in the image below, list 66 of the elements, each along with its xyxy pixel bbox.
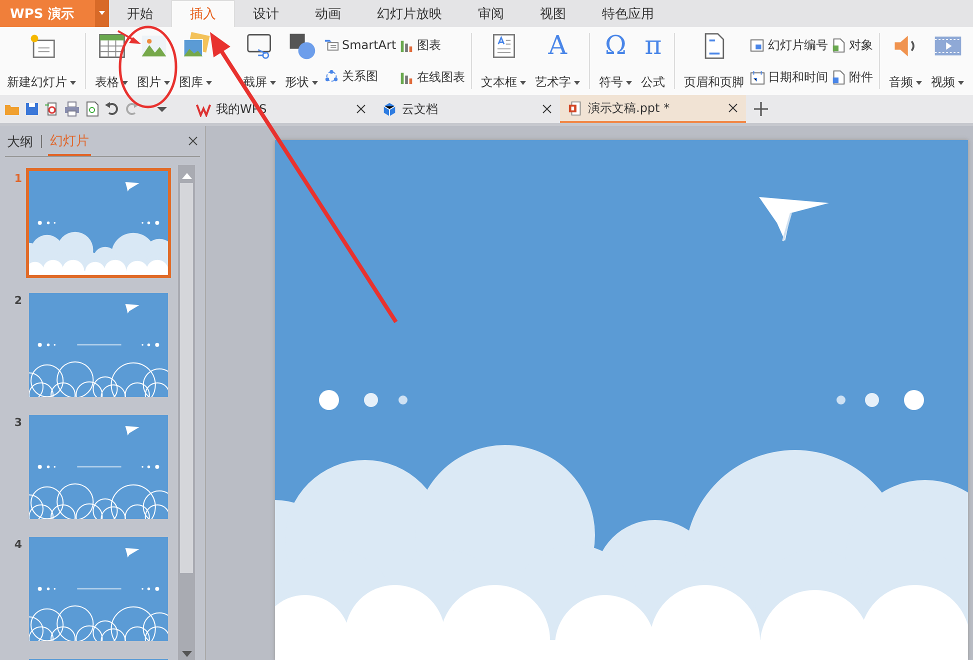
ribbon-button[interactable]: 文本框 [478,29,530,93]
number-icon [750,38,766,52]
redo-icon[interactable] [124,101,140,117]
slide-thumbnail[interactable] [26,168,171,278]
slide-number: 3 [13,415,22,429]
cube-icon [382,102,397,116]
ribbon-button[interactable]: A 艺术字 [532,29,584,93]
preview-icon[interactable] [84,101,100,117]
ribbon-button[interactable]: 表格 [92,29,131,93]
slide-number: 1 [13,171,22,185]
menu-tab[interactable]: 幻灯片放映 [359,0,460,27]
ribbon-button[interactable]: 幻灯片编号 [750,36,828,54]
document-icon [831,38,846,52]
paper-plane-icon [759,197,829,242]
ribbon-button[interactable]: 附件 [831,68,874,86]
menu-tab[interactable]: 审阅 [460,0,522,27]
document-icon [831,70,846,84]
close-icon[interactable] [356,104,366,114]
ribbon-button[interactable]: 截屏 [240,29,279,93]
slide-thumbnail[interactable] [26,412,171,522]
menu-tab[interactable]: 视图 [522,0,584,27]
menu-tab[interactable]: 特色应用 [584,0,672,27]
slide-thumbnail[interactable] [26,290,171,400]
ribbon-button[interactable]: Ω 符号 [596,29,636,93]
ribbon-glyph: A [548,31,568,61]
print-icon[interactable] [64,101,80,117]
caret-icon[interactable] [95,0,109,27]
scrollbar[interactable] [178,165,195,660]
smartart-icon [324,37,339,52]
calendar-icon [750,70,766,84]
ribbon-button[interactable]: 在线图表 [399,68,466,86]
presentation-file-icon [568,100,583,116]
ribbon-glyph: π [644,31,662,61]
slide-number: 4 [13,537,22,551]
table-icon [96,31,126,61]
document-tab[interactable]: 演示文稿.ppt * [560,95,746,123]
ribbon-button[interactable]: 图片 [134,29,173,93]
close-icon[interactable] [188,136,198,146]
ribbon-button[interactable]: 页眉和页脚 [681,29,748,93]
close-icon[interactable] [728,103,738,113]
undo-icon[interactable] [104,101,120,117]
document-tab[interactable]: 云文档 [374,95,560,123]
panel-tab[interactable]: 大纲 [5,128,35,154]
ribbon-button[interactable]: 新建幻灯片 [4,29,79,93]
slide-canvas[interactable] [275,140,968,660]
ribbon-button[interactable]: 图表 [399,36,466,54]
ribbon-button[interactable]: π 公式 [638,29,668,93]
slide-number: 2 [13,293,22,307]
save-icon[interactable] [24,101,40,117]
w-logo-icon [196,102,211,116]
ribbon-button[interactable]: 音频 [886,29,926,93]
ribbon-button[interactable]: 对象 [831,36,874,54]
new-tab-icon[interactable] [754,102,768,116]
ribbon-glyph: Ω [604,31,626,61]
menu-tab[interactable]: 开始 [109,0,171,27]
slide-thumbnail[interactable] [26,534,171,644]
menu-tab[interactable]: 动画 [297,0,359,27]
annotation-arrow [118,30,141,44]
close-icon[interactable] [542,104,552,114]
cycle-icon [324,69,339,84]
ribbon-button[interactable]: 关系图 [324,68,396,85]
ribbon-button[interactable]: 视频 [928,29,968,93]
ribbon-button[interactable]: 日期和时间 [750,68,828,86]
menu-tab[interactable]: 设计 [235,0,297,27]
ribbon-button[interactable]: SmartArt [324,37,396,52]
ribbon-button[interactable]: 形状 [282,29,321,93]
